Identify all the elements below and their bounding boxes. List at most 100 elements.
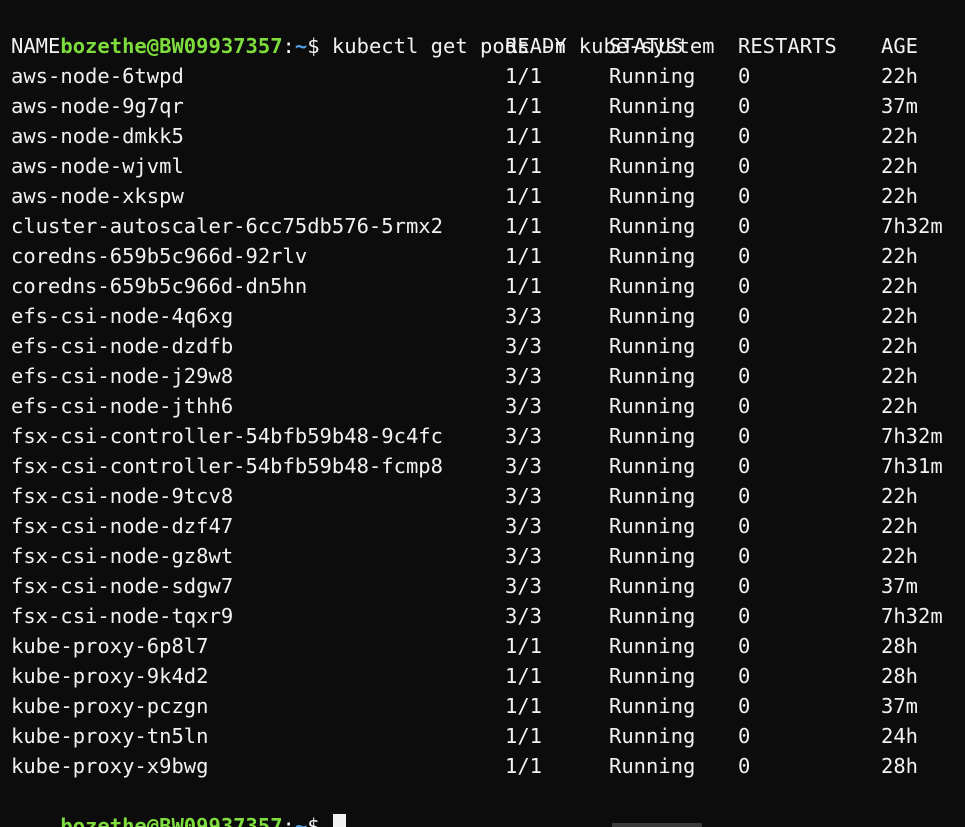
pod-status-cell: Running	[609, 244, 696, 268]
pod-age-cell: 22h	[881, 394, 919, 418]
pod-restarts-cell: 0	[738, 574, 751, 598]
pod-restarts-cell: 0	[738, 754, 751, 778]
pod-name-cell: aws-node-xkspw	[11, 184, 184, 208]
pod-name-cell: fsx-csi-node-gz8wt	[11, 544, 234, 568]
table-row: aws-node-6twpd 1/1 Running 0 22h	[0, 61, 965, 91]
table-row: aws-node-dmkk5 1/1 Running 0 22h	[0, 121, 965, 151]
table-row: fsx-csi-node-gz8wt 3/3 Running 0 22h	[0, 541, 965, 571]
header-name: NAME	[11, 34, 61, 58]
pod-restarts-cell: 0	[738, 724, 751, 748]
table-header: NAME READY STATUS RESTARTS AGE	[0, 31, 965, 61]
prompt-path: ~	[294, 814, 308, 827]
table-row: kube-proxy-9k4d2 1/1 Running 0 28h	[0, 661, 965, 691]
prompt-dollar: $	[307, 814, 332, 827]
pod-status-cell: Running	[609, 694, 696, 718]
pod-status-cell: Running	[609, 724, 696, 748]
pod-age-cell: 22h	[881, 184, 919, 208]
pod-restarts-cell: 0	[738, 634, 751, 658]
active-prompt-line[interactable]: bozethe@BW09937357:~$	[0, 781, 965, 827]
pod-age-cell: 22h	[881, 514, 919, 538]
table-row: fsx-csi-node-tqxr9 3/3 Running 0 7h32m	[0, 601, 965, 631]
pod-age-cell: 22h	[881, 124, 919, 148]
pod-name-cell: kube-proxy-9k4d2	[11, 664, 209, 688]
scrollbar-thumb[interactable]	[612, 823, 702, 827]
pod-status-cell: Running	[609, 754, 696, 778]
pod-restarts-cell: 0	[738, 64, 751, 88]
text-cursor[interactable]	[332, 814, 346, 827]
pod-age-cell: 7h32m	[881, 424, 943, 448]
pod-restarts-cell: 0	[738, 304, 751, 328]
pod-ready-cell: 1/1	[505, 664, 543, 688]
pod-name-cell: efs-csi-node-4q6xg	[11, 304, 234, 328]
pod-name-cell: kube-proxy-x9bwg	[11, 754, 209, 778]
table-row: efs-csi-node-4q6xg 3/3 Running 0 22h	[0, 301, 965, 331]
pod-age-cell: 37m	[881, 694, 919, 718]
pod-status-cell: Running	[609, 604, 696, 628]
pod-age-cell: 28h	[881, 634, 919, 658]
table-row: fsx-csi-node-9tcv8 3/3 Running 0 22h	[0, 481, 965, 511]
pod-ready-cell: 3/3	[505, 334, 543, 358]
pod-restarts-cell: 0	[738, 94, 751, 118]
pod-ready-cell: 3/3	[505, 544, 543, 568]
terminal-window[interactable]: bozethe@BW09937357:~$ kubectl get pods -…	[0, 0, 965, 827]
pod-ready-cell: 3/3	[505, 574, 543, 598]
pod-ready-cell: 1/1	[505, 214, 543, 238]
pod-name-cell: fsx-csi-node-dzf47	[11, 514, 234, 538]
pod-age-cell: 37m	[881, 94, 919, 118]
pod-age-cell: 28h	[881, 754, 919, 778]
pod-restarts-cell: 0	[738, 544, 751, 568]
pod-age-cell: 28h	[881, 664, 919, 688]
header-restarts: RESTARTS	[738, 34, 837, 58]
pod-restarts-cell: 0	[738, 274, 751, 298]
pod-age-cell: 22h	[881, 274, 919, 298]
pod-ready-cell: 3/3	[505, 364, 543, 388]
table-row: fsx-csi-controller-54bfb59b48-fcmp8 3/3 Ru…	[0, 451, 965, 481]
pod-ready-cell: 3/3	[505, 514, 543, 538]
table-row: aws-node-xkspw 1/1 Running 0 22h	[0, 181, 965, 211]
pod-ready-cell: 3/3	[505, 394, 543, 418]
pod-name-cell: fsx-csi-controller-54bfb59b48-fcmp8	[11, 454, 443, 478]
pod-status-cell: Running	[609, 94, 696, 118]
pod-status-cell: Running	[609, 364, 696, 388]
pod-ready-cell: 1/1	[505, 754, 543, 778]
pod-name-cell: fsx-csi-node-tqxr9	[11, 604, 234, 628]
pod-age-cell: 22h	[881, 484, 919, 508]
pod-status-cell: Running	[609, 574, 696, 598]
pod-ready-cell: 3/3	[505, 454, 543, 478]
pod-ready-cell: 3/3	[505, 604, 543, 628]
pod-ready-cell: 1/1	[505, 694, 543, 718]
pod-ready-cell: 1/1	[505, 94, 543, 118]
pod-status-cell: Running	[609, 664, 696, 688]
pod-restarts-cell: 0	[738, 244, 751, 268]
pod-restarts-cell: 0	[738, 394, 751, 418]
pod-status-cell: Running	[609, 334, 696, 358]
command-prompt-line: bozethe@BW09937357:~$ kubectl get pods -…	[0, 1, 965, 58]
pod-status-cell: Running	[609, 454, 696, 478]
pod-ready-cell: 1/1	[505, 634, 543, 658]
pod-restarts-cell: 0	[738, 424, 751, 448]
pod-name-cell: fsx-csi-controller-54bfb59b48-9c4fc	[11, 424, 443, 448]
pod-name-cell: coredns-659b5c966d-dn5hn	[11, 274, 308, 298]
pod-restarts-cell: 0	[738, 124, 751, 148]
pod-age-cell: 24h	[881, 724, 919, 748]
pod-name-cell: kube-proxy-pczgn	[11, 694, 209, 718]
pod-restarts-cell: 0	[738, 694, 751, 718]
pod-status-cell: Running	[609, 304, 696, 328]
table-row: fsx-csi-node-dzf47 3/3 Running 0 22h	[0, 511, 965, 541]
pod-status-cell: Running	[609, 154, 696, 178]
pod-status-cell: Running	[609, 184, 696, 208]
pod-name-cell: efs-csi-node-j29w8	[11, 364, 234, 388]
pod-name-cell: cluster-autoscaler-6cc75db576-5rmx2	[11, 214, 443, 238]
pod-age-cell: 22h	[881, 544, 919, 568]
prompt-user-host: bozethe@BW09937357	[60, 814, 283, 827]
table-row: cluster-autoscaler-6cc75db576-5rmx2 1/1 Ru…	[0, 211, 965, 241]
pod-name-cell: efs-csi-node-jthh6	[11, 394, 234, 418]
pod-restarts-cell: 0	[738, 664, 751, 688]
pod-restarts-cell: 0	[738, 454, 751, 478]
pod-status-cell: Running	[609, 424, 696, 448]
table-row: efs-csi-node-jthh6 3/3 Running 0 22h	[0, 391, 965, 421]
pod-age-cell: 22h	[881, 364, 919, 388]
pod-name-cell: aws-node-6twpd	[11, 64, 184, 88]
table-row: aws-node-wjvml 1/1 Running 0 22h	[0, 151, 965, 181]
pod-status-cell: Running	[609, 214, 696, 238]
